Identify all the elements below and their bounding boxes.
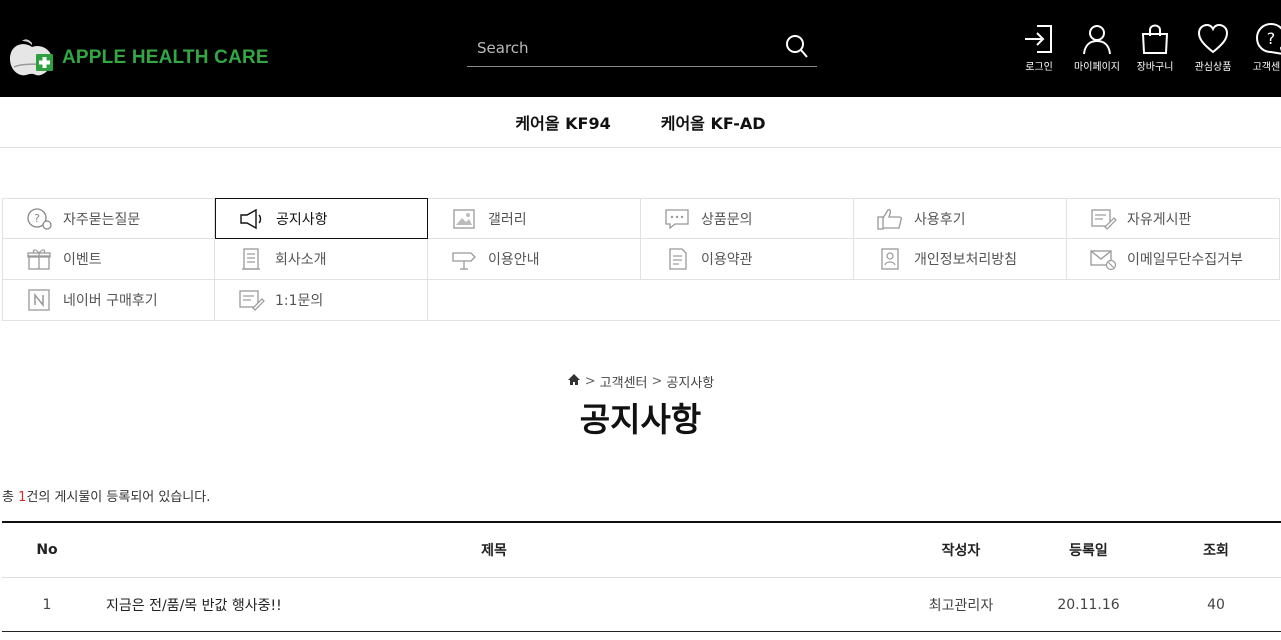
row-hits: 40: [1207, 596, 1225, 613]
chat-icon: [663, 206, 691, 232]
board-menu-gallery[interactable]: 갤러리: [428, 198, 641, 239]
breadcrumb-separator: >: [651, 374, 663, 389]
svg-text:?: ?: [34, 212, 40, 225]
mail-block-icon: [1089, 246, 1117, 272]
cart-bag-icon: [1141, 24, 1169, 54]
board-menu-email-refusal[interactable]: 이메일무단수집거부: [1067, 239, 1280, 280]
board-menu-privacy[interactable]: 개인정보처리방침: [854, 239, 1067, 280]
wishlist-label: 관심상품: [1194, 62, 1232, 73]
faq-icon: ?: [25, 206, 53, 232]
cart-label: 장바구니: [1136, 62, 1174, 73]
board-menu-label: 갤러리: [488, 211, 527, 228]
board-menu-label: 이벤트: [63, 252, 102, 268]
board-menu-notice[interactable]: 공지사항: [215, 198, 428, 239]
header-title: 제목: [481, 543, 507, 559]
cart-button[interactable]: 장바구니: [1126, 22, 1184, 73]
signpost-icon: [450, 246, 478, 272]
inquiry-icon: [237, 287, 265, 313]
table-row[interactable]: 1 지금은 전/품/목 반값 행사중!! 최고관리자 20.11.16 40: [2, 578, 1281, 632]
logo-text: APPLE HEALTH CARE: [62, 47, 269, 68]
mypage-label: 마이페이지: [1074, 62, 1120, 73]
table-header-row: No 제목 작성자 등록일 조회: [2, 523, 1281, 578]
customer-center-button[interactable]: ? 고객센터: [1242, 22, 1281, 73]
board-menu-free-board[interactable]: 자유게시판: [1067, 198, 1280, 239]
search-bar: [467, 30, 817, 67]
board-menu-faq[interactable]: ? 자주묻는질문: [2, 198, 215, 239]
board-menu-label: 사용후기: [914, 211, 966, 228]
board-menu-label: 개인정보처리방침: [914, 252, 1018, 268]
board-menu-company[interactable]: 회사소개: [215, 239, 428, 280]
board-menu-label: 네이버 구매후기: [63, 293, 158, 309]
board-menu: ? 자주묻는질문 공지사항 갤러리 상품문의 사용후기 자유게시판 이벤트 회사…: [2, 198, 1281, 321]
header-author: 작성자: [941, 543, 981, 559]
board-menu-terms[interactable]: 이용약관: [641, 239, 854, 280]
board-menu-label: 1:1문의: [275, 293, 324, 309]
board-menu-empty: [428, 280, 1280, 321]
board-menu-product-inquiry[interactable]: 상품문의: [641, 198, 854, 239]
breadcrumb: > 고객센터 > 공지사항: [0, 372, 1281, 391]
svg-text:?: ?: [1267, 29, 1276, 48]
board-menu-label: 이메일무단수집거부: [1127, 252, 1243, 268]
mypage-button[interactable]: 마이페이지: [1068, 22, 1126, 73]
header-no: No: [36, 542, 58, 558]
board-menu-guide[interactable]: 이용안내: [428, 239, 641, 280]
thumbs-up-icon: [876, 206, 904, 232]
post-count-text: 총 1건의 게시물이 등록되어 있습니다.: [2, 486, 210, 505]
board-menu-label: 자유게시판: [1127, 211, 1192, 228]
search-button[interactable]: [785, 34, 809, 60]
board-menu-review[interactable]: 사용후기: [854, 198, 1067, 239]
naver-icon: [25, 287, 53, 313]
breadcrumb-separator: >: [584, 374, 596, 389]
heart-icon: [1197, 23, 1229, 54]
help-icon: ?: [1255, 22, 1281, 55]
customer-center-label: 고객센터: [1252, 62, 1281, 73]
row-date: 20.11.16: [1057, 596, 1120, 613]
building-icon: [237, 246, 265, 272]
document-icon: [663, 246, 691, 272]
board-menu-label: 회사소개: [275, 252, 327, 268]
board-menu-event[interactable]: 이벤트: [2, 239, 215, 280]
post-count-suffix: 건의 게시물이 등록되어 있습니다.: [26, 490, 211, 505]
search-icon: [786, 35, 808, 58]
category-nav: 케어올 KF94 케어올 KF-AD: [0, 97, 1281, 148]
board-menu-one-to-one[interactable]: 1:1문의: [215, 280, 428, 321]
board-menu-naver-review[interactable]: 네이버 구매후기: [2, 280, 215, 321]
header-hits: 조회: [1203, 543, 1229, 559]
notice-table: No 제목 작성자 등록일 조회 1 지금은 전/품/목 반값 행사중!! 최고…: [2, 521, 1281, 632]
row-author: 최고관리자: [928, 597, 994, 614]
site-logo[interactable]: APPLE HEALTH CARE: [6, 37, 269, 79]
gallery-icon: [450, 206, 478, 232]
privacy-icon: [876, 246, 904, 272]
post-count-prefix: 총: [2, 490, 19, 505]
login-icon: [1025, 25, 1052, 53]
search-input[interactable]: [477, 36, 777, 60]
board-menu-label: 이용안내: [488, 252, 540, 268]
megaphone-icon: [238, 206, 266, 232]
row-no: 1: [42, 596, 52, 613]
login-label: 로그인: [1025, 62, 1053, 73]
breadcrumb-notice[interactable]: 공지사항: [666, 372, 714, 391]
login-button[interactable]: 로그인: [1010, 22, 1068, 73]
board-icon: [1089, 206, 1117, 232]
user-icon: [1083, 25, 1111, 55]
home-icon[interactable]: [567, 373, 581, 390]
gift-icon: [25, 246, 53, 272]
apple-logo-icon: [6, 37, 58, 79]
board-menu-label: 공지사항: [276, 211, 328, 228]
board-menu-label: 자주묻는질문: [63, 211, 141, 228]
wishlist-button[interactable]: 관심상품: [1184, 22, 1242, 73]
category-link-kf-ad[interactable]: 케어올 KF-AD: [661, 110, 766, 134]
board-menu-label: 이용약관: [701, 252, 753, 268]
page-title: 공지사항: [579, 400, 702, 439]
header-icon-menu: 로그인 마이페이지 장바구니 관심상품 ? 고객센: [1010, 22, 1281, 73]
breadcrumb-customer-center[interactable]: 고객센터: [600, 372, 648, 391]
row-title-link[interactable]: 지금은 전/품/목 반값 행사중!!: [92, 595, 896, 615]
site-header: APPLE HEALTH CARE 로그인 마이페이지: [0, 0, 1281, 97]
header-date: 등록일: [1069, 543, 1108, 559]
category-link-kf94[interactable]: 케어올 KF94: [515, 110, 610, 134]
board-menu-label: 상품문의: [701, 211, 753, 228]
